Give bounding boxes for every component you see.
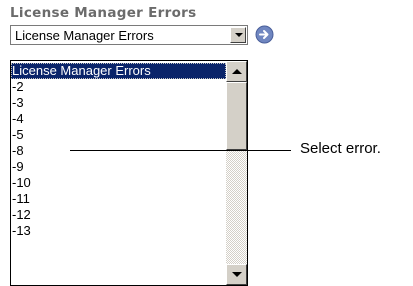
error-list-items: License Manager Errors -2 -3 -4 -5 -8 -9… bbox=[11, 63, 226, 239]
list-item[interactable]: License Manager Errors bbox=[11, 63, 226, 79]
callout-label: Select error. bbox=[300, 140, 381, 157]
scrollbar-thumb[interactable] bbox=[226, 82, 247, 150]
scroll-up-button[interactable] bbox=[226, 61, 247, 82]
dropdown-button[interactable] bbox=[230, 27, 246, 43]
list-item[interactable]: -9 bbox=[11, 159, 226, 175]
callout-line bbox=[70, 150, 291, 151]
list-item[interactable]: -2 bbox=[11, 79, 226, 95]
list-item[interactable]: -8 bbox=[11, 143, 226, 159]
list-item[interactable]: -3 bbox=[11, 95, 226, 111]
go-arrow-icon[interactable] bbox=[255, 25, 274, 44]
arrow-up-icon bbox=[232, 69, 242, 74]
select-value: License Manager Errors bbox=[15, 28, 154, 43]
list-item[interactable]: -10 bbox=[11, 175, 226, 191]
arrow-down-icon bbox=[232, 272, 242, 277]
scroll-down-button[interactable] bbox=[226, 264, 247, 285]
list-item[interactable]: -4 bbox=[11, 111, 226, 127]
list-item[interactable]: -5 bbox=[11, 127, 226, 143]
list-item[interactable]: -12 bbox=[11, 207, 226, 223]
error-category-select[interactable]: License Manager Errors bbox=[10, 25, 248, 45]
page-title: License Manager Errors bbox=[10, 5, 197, 21]
list-item[interactable]: -11 bbox=[11, 191, 226, 207]
error-list[interactable]: License Manager Errors -2 -3 -4 -5 -8 -9… bbox=[10, 60, 248, 286]
chevron-down-icon bbox=[235, 33, 243, 37]
list-item[interactable]: -13 bbox=[11, 223, 226, 239]
vertical-scrollbar[interactable] bbox=[226, 61, 247, 285]
